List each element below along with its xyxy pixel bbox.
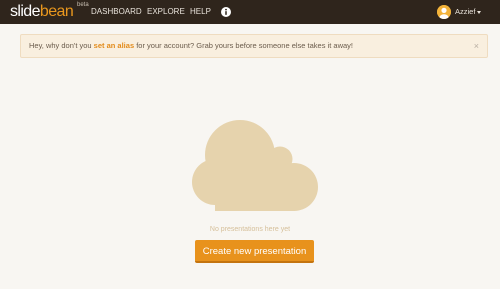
- alert-text-after: for your account? Grab yours before some…: [134, 41, 353, 50]
- alert-text-before: Hey, why don't you: [29, 41, 94, 50]
- close-icon[interactable]: ×: [474, 35, 479, 57]
- nav-explore-link[interactable]: EXPLORE: [147, 0, 185, 24]
- nav-dashboard-link[interactable]: DASHBOARD: [91, 0, 142, 24]
- nav-help-link[interactable]: HELP: [190, 0, 211, 24]
- top-navbar: slidebean beta DASHBOARD EXPLORE HELP Az…: [0, 0, 500, 24]
- empty-state-message: No presentations here yet: [209, 226, 291, 233]
- set-alias-link[interactable]: set an alias: [94, 41, 134, 50]
- beta-badge: beta: [77, 2, 89, 8]
- logo-text-slide: slide: [10, 3, 41, 20]
- alert-message: Hey, why don't you set an alias for your…: [29, 35, 353, 57]
- create-presentation-button[interactable]: Create new presentation: [195, 240, 314, 263]
- user-avatar-icon[interactable]: [437, 5, 451, 19]
- slidebean-logo[interactable]: slidebean beta: [10, 1, 89, 23]
- alias-alert-banner: Hey, why don't you set an alias for your…: [20, 34, 488, 58]
- user-name-dropdown[interactable]: Azzief: [455, 0, 475, 24]
- caret-down-icon[interactable]: [477, 11, 481, 14]
- info-circle-icon[interactable]: [221, 7, 231, 17]
- cloud-icon: [192, 120, 318, 211]
- logo-text-bean: bean: [39, 3, 74, 20]
